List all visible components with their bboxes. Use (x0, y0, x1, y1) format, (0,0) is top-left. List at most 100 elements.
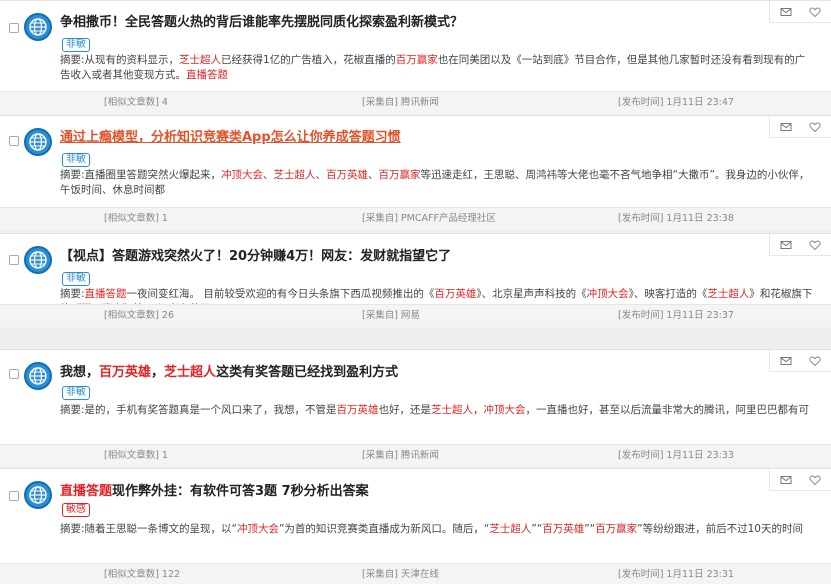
text-segment: 摘要:直播圈里答题突然火爆起来， (60, 169, 222, 181)
article-title[interactable]: 我想，百万英雄，芝士超人这类有奖答题已经找到盈利方式 (60, 364, 398, 382)
keyword-highlight: 百万英雄 (99, 365, 152, 380)
article-summary: 摘要:直播圈里答题突然火爆起来，冲顶大会、芝士超人、百万英雄、百万赢家等迅速走红… (60, 168, 813, 198)
globe-logo-icon (24, 128, 52, 156)
article-body: 【视点】答题游戏突然火了！20分钟赚4万！网友：发财就指望它了 非敏摘要:直播答题… (0, 234, 831, 327)
publish-time: [发布时间] 1月11日 23:47 (618, 97, 734, 108)
publish-time: [发布时间] 1月11日 23:38 (618, 213, 734, 224)
sensitivity-badge: 非敏 (62, 153, 90, 167)
article-meta-bar: [相似文章数] 1 [采集自] PMCAFF产品经理社区 [发布时间] 1月11日 … (0, 207, 831, 230)
text-segment: 、 (368, 169, 379, 181)
keyword-highlight: 直播答题 (186, 69, 228, 81)
globe-logo-svg (29, 486, 47, 504)
text-segment: 摘要: (60, 288, 85, 300)
article-title[interactable]: 争相撒币！全民答题火热的背后谁能率先摆脱同质化探索盈利新模式？ (60, 14, 463, 32)
text-segment: 争相撒币！全民答题火热的背后谁能率先摆脱同质化探索盈利新模式？ (60, 15, 464, 30)
globe-logo-icon (24, 13, 52, 41)
keyword-highlight: 冲顶大会 (586, 288, 629, 300)
heart-icon[interactable] (808, 120, 822, 134)
text-segment: 、 (263, 169, 274, 181)
text-segment: ”为首的知识竞赛类直播成为新风口。随后，“ (278, 523, 490, 535)
text-segment: 摘要:从现有的资料显示， (60, 54, 180, 66)
globe-logo-svg (29, 18, 47, 36)
source-label: [采集自] PMCAFF产品经理社区 (362, 213, 496, 224)
text-segment: 一夜间变红海。 目前较受欢迎的有今日头条旗下西瓜视频推出的《 (126, 288, 435, 300)
article-card: 我想，百万英雄，芝士超人这类有奖答题已经找到盈利方式 非敏 摘要:是的，手机有奖答题… (0, 349, 831, 467)
similar-count: [相似文章数] 1 (104, 450, 168, 461)
keyword-highlight: 冲顶大会 (483, 404, 526, 416)
text-segment: 、 (315, 169, 327, 181)
keyword-highlight: 芝士超人 (273, 169, 316, 181)
text-segment: 》、北京星声声科技的《 (476, 288, 587, 300)
select-checkbox[interactable] (9, 136, 19, 146)
keyword-highlight: 芝士超人 (431, 404, 474, 416)
globe-logo-icon (24, 362, 52, 390)
article-card: 争相撒币！全民答题火热的背后谁能率先摆脱同质化探索盈利新模式？ 非敏 摘要:从现有的… (0, 0, 831, 114)
heart-icon[interactable] (808, 354, 822, 368)
sensitivity-badge: 非敏 (62, 38, 90, 52)
source-label: [采集自] 腾讯新闻 (362, 450, 439, 461)
article-card: 直播答题现作弊外挂：有软件可答3题 7秒分析出答案 敏感 摘要:随着王思聪一条博文的… (0, 468, 831, 584)
keyword-highlight: 百万英雄 (434, 288, 477, 300)
heart-icon[interactable] (808, 473, 822, 487)
keyword-highlight: 冲顶大会 (221, 169, 264, 181)
text-segment: ”“ (531, 523, 543, 535)
similar-count: [相似文章数] 1 (104, 213, 168, 224)
text-segment: 也好，还是 (378, 404, 432, 416)
globe-logo-svg (29, 133, 47, 151)
keyword-highlight: 百万赢家 (378, 169, 421, 181)
mail-icon[interactable] (779, 473, 793, 487)
globe-logo-svg (29, 367, 47, 385)
select-checkbox[interactable] (9, 491, 19, 501)
sensitivity-badge: 敏感 (62, 503, 90, 517)
card-actions (769, 469, 831, 491)
mail-icon[interactable] (779, 5, 793, 19)
select-checkbox[interactable] (9, 23, 19, 33)
similar-count: [相似文章数] 26 (104, 310, 175, 321)
article-summary: 摘要:是的，手机有奖答题真是一个风口来了，我想，不管是百万英雄也好，还是芝士超人… (60, 403, 813, 419)
mail-icon[interactable] (779, 354, 793, 368)
keyword-highlight: 芝士超人 (489, 523, 532, 535)
keyword-highlight: 芝士超人 (179, 54, 222, 66)
text-segment: ”等纷纷跟进，前后不过10天的时间 (637, 523, 803, 535)
keyword-highlight: 百万赢家 (595, 523, 638, 535)
publish-time: [发布时间] 1月11日 23:31 (618, 569, 734, 580)
article-summary: 摘要:从现有的资料显示，芝士超人已经获得1亿的广告植入，花椒直播的百万赢家也在同… (60, 53, 813, 83)
article-card: 【视点】答题游戏突然火了！20分钟赚4万！网友：发财就指望它了 非敏摘要:直播答题… (0, 233, 831, 327)
article-body: 直播答题现作弊外挂：有软件可答3题 7秒分析出答案 敏感 摘要:随着王思聪一条博文的… (0, 469, 831, 584)
keyword-highlight: 冲顶大会 (236, 523, 279, 535)
article-card: 通过上瘾模型，分析知识竞赛类App怎么让你养成答题习惯 非敏 摘要:直播圈里答题突然… (0, 115, 831, 230)
text-segment: 我想， (60, 365, 100, 380)
keyword-highlight: 直播答题 (84, 288, 127, 300)
card-actions (769, 350, 831, 372)
text-segment: ， (151, 365, 165, 380)
source-label: [采集自] 腾讯新闻 (362, 97, 439, 108)
sensitivity-badge: 非敏 (62, 272, 90, 286)
heart-icon[interactable] (808, 238, 822, 252)
mail-icon[interactable] (779, 238, 793, 252)
select-checkbox[interactable] (9, 255, 19, 265)
article-body: 争相撒币！全民答题火热的背后谁能率先摆脱同质化探索盈利新模式？ 非敏 摘要:从现有的… (0, 1, 831, 114)
article-title[interactable]: 直播答题现作弊外挂：有软件可答3题 7秒分析出答案 (60, 483, 369, 501)
text-segment: 摘要:是的，手机有奖答题真是一个风口来了，我想，不管是 (60, 404, 337, 416)
keyword-highlight: 百万英雄 (326, 169, 369, 181)
globe-logo-svg (29, 251, 47, 269)
mail-icon[interactable] (779, 120, 793, 134)
similar-count: [相似文章数] 4 (104, 97, 168, 108)
globe-logo-icon (24, 481, 52, 509)
keyword-highlight: 直播答题 (60, 484, 113, 499)
article-title[interactable]: 【视点】答题游戏突然火了！20分钟赚4万！网友：发财就指望它了 (60, 248, 451, 266)
text-segment: 通过上瘾模型，分析知识竞赛类App怎么让你养成答题习惯 (60, 130, 401, 145)
card-actions (769, 234, 831, 256)
keyword-highlight: 芝士超人 (707, 288, 750, 300)
source-label: [采集自] 天津在线 (362, 569, 439, 580)
heart-icon[interactable] (808, 5, 822, 19)
article-title[interactable]: 通过上瘾模型，分析知识竞赛类App怎么让你养成答题习惯 (60, 129, 401, 147)
text-segment: 》、映客打造的《 (628, 288, 708, 300)
keyword-highlight: 芝士超人 (164, 365, 217, 380)
article-meta-bar: [相似文章数] 1 [采集自] 腾讯新闻 [发布时间] 1月11日 23:33 (0, 444, 831, 467)
select-checkbox[interactable] (9, 369, 19, 379)
keyword-highlight: 百万赢家 (395, 54, 438, 66)
similar-count: [相似文章数] 122 (104, 569, 181, 580)
text-segment: 【视点】答题游戏突然火了！20分钟赚4万！网友：发财就指望它了 (60, 249, 452, 264)
article-meta-bar: [相似文章数] 4 [采集自] 腾讯新闻 [发布时间] 1月11日 23:47 (0, 91, 831, 114)
